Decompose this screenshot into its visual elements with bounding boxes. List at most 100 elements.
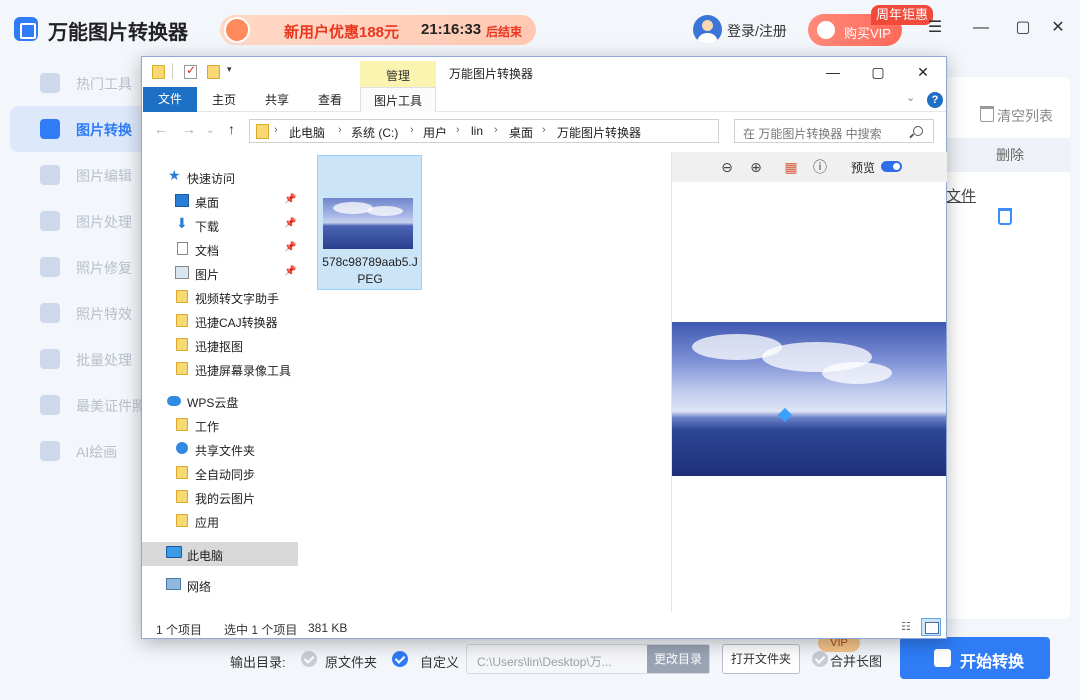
nav-label: 图片 (195, 268, 220, 282)
large-icons-view-icon[interactable] (921, 618, 941, 636)
minimize-icon[interactable]: — (971, 18, 991, 38)
nav-item-documents[interactable]: 文档 📌 (142, 238, 298, 260)
folder-icon[interactable] (152, 65, 165, 79)
trash-icon[interactable] (980, 106, 994, 122)
start-convert-button[interactable]: 开始转换 (900, 637, 1050, 679)
zoom-out-icon[interactable]: ⊖ (719, 159, 735, 175)
breadcrumb-users[interactable]: 用户 (423, 124, 447, 141)
start-convert-label: 开始转换 (960, 654, 1025, 671)
search-input[interactable]: 在 万能图片转换器 中搜索 (734, 119, 934, 143)
nav-item-folder[interactable]: 我的云图片 (142, 486, 298, 508)
delete-row-icon[interactable] (998, 208, 1012, 225)
nav-item-folder[interactable]: 工作 (142, 414, 298, 436)
document-icon (177, 242, 188, 255)
zoom-in-icon[interactable]: ⊕ (748, 159, 764, 175)
watermark-icon (777, 407, 793, 423)
nav-item-folder[interactable]: 全自动同步 (142, 462, 298, 484)
sidebar-item-label: 热门工具 (76, 76, 132, 92)
original-folder-label[interactable]: 原文件夹 (325, 652, 377, 671)
tab-view[interactable]: 查看 (318, 91, 342, 108)
manage-tab-label: 管理 (386, 69, 411, 83)
dialog-minimize-icon[interactable]: — (818, 62, 848, 82)
customize-toolbar-icon[interactable]: ▾ (227, 64, 240, 78)
nav-item-pictures[interactable]: 图片 📌 (142, 262, 298, 284)
sidebar-item-label: 最美证件照 (76, 398, 146, 414)
pin-icon[interactable]: 📌 (284, 218, 296, 229)
breadcrumb-this-pc[interactable]: 此电脑 (289, 124, 325, 141)
column-delete-header: 删除 (996, 147, 1024, 163)
search-icon[interactable] (913, 126, 923, 136)
file-link[interactable]: 文件 (946, 185, 976, 206)
original-folder-radio[interactable] (301, 651, 317, 667)
maximize-icon[interactable]: ▢ (1013, 18, 1033, 38)
dialog-close-icon[interactable]: ✕ (908, 62, 938, 82)
close-icon[interactable]: ✕ (1048, 18, 1068, 38)
tab-share[interactable]: 共享 (265, 91, 289, 108)
tab-picture-tools[interactable]: 图片工具 (360, 87, 436, 112)
nav-label: 共享文件夹 (195, 444, 256, 458)
back-arrow-icon[interactable]: ← (154, 121, 168, 137)
nav-wps-cloud[interactable]: WPS云盘 (142, 390, 298, 412)
up-arrow-icon[interactable]: ↑ (228, 121, 235, 137)
fire-icon (40, 73, 60, 93)
clear-list-button[interactable]: 清空列表 (997, 106, 1053, 126)
breadcrumb-separator: › (274, 124, 278, 136)
promo-countdown: 21:16:33 (421, 21, 482, 38)
nav-item-folder[interactable]: 应用 (142, 510, 298, 532)
change-dir-button[interactable]: 更改目录 (647, 645, 709, 673)
details-view-icon[interactable]: ☷ (901, 620, 917, 634)
nav-network[interactable]: 网络 (142, 574, 298, 596)
breadcrumb-lin[interactable]: lin (471, 124, 483, 138)
nav-quick-access[interactable]: ★ 快速访问 (142, 166, 298, 188)
status-item-count: 1 个项目 (156, 623, 203, 637)
recent-chevron-icon[interactable]: ⌄ (206, 125, 214, 136)
promo-banner[interactable]: 新用户优惠188元 21:16:33 后结束 (220, 15, 536, 45)
custom-folder-radio[interactable] (392, 651, 408, 667)
nav-item-folder[interactable]: 视频转文字助手 (142, 286, 298, 308)
new-folder-icon[interactable] (207, 65, 220, 79)
nav-label: 全自动同步 (195, 468, 256, 482)
avatar[interactable] (693, 15, 722, 44)
address-bar[interactable]: › 此电脑 › 系统 (C:) › 用户 › lin › 桌面 › 万能图片转换… (249, 119, 821, 143)
nav-item-downloads[interactable]: ⬇ 下载 📌 (142, 214, 298, 236)
grid-view-icon[interactable]: ▦ (783, 159, 799, 175)
breadcrumb-current-folder[interactable]: 万能图片转换器 (557, 124, 641, 141)
output-path-field[interactable]: C:\Users\lin\Desktop\万... 更改目录 (466, 644, 710, 674)
pin-icon[interactable]: 📌 (284, 242, 296, 253)
breadcrumb-drive-c[interactable]: 系统 (C:) (351, 124, 398, 141)
divider (172, 63, 173, 79)
breadcrumb-separator: › (542, 124, 546, 136)
tab-file[interactable]: 文件 (143, 87, 197, 112)
help-icon[interactable]: ? (927, 92, 943, 108)
menu-icon[interactable]: ☰ (925, 18, 945, 38)
preview-image (672, 322, 946, 476)
chevron-down-icon[interactable]: ⌄ (906, 91, 915, 104)
help-circle-icon[interactable]: ⓘ (812, 159, 828, 175)
breadcrumb-desktop[interactable]: 桌面 (509, 124, 533, 141)
pin-icon[interactable]: 📌 (284, 194, 296, 205)
nav-item-folder[interactable]: 迅捷抠图 (142, 334, 298, 356)
image-convert-icon (40, 119, 60, 139)
custom-folder-label[interactable]: 自定义 (420, 652, 459, 671)
nav-item-folder[interactable]: 迅捷屏幕录像工具 (142, 358, 298, 380)
login-link[interactable]: 登录/注册 (727, 21, 787, 41)
nav-item-folder[interactable]: 迅捷CAJ转换器 (142, 310, 298, 332)
network-icon (166, 578, 181, 590)
file-item[interactable]: 578c98789aab5.JPEG (317, 155, 422, 290)
manage-context-tab[interactable]: 管理 (360, 61, 436, 88)
tab-home[interactable]: 主页 (212, 91, 236, 108)
merge-long-label[interactable]: 合并长图 (830, 651, 882, 670)
merge-long-checkbox[interactable] (812, 651, 828, 667)
open-folder-button[interactable]: 打开文件夹 (722, 644, 800, 674)
properties-icon[interactable] (184, 63, 197, 79)
preview-toggle[interactable] (881, 161, 902, 172)
pin-icon[interactable]: 📌 (284, 266, 296, 277)
batch-icon (40, 349, 60, 369)
dialog-maximize-icon[interactable]: ▢ (863, 62, 893, 82)
nav-this-pc[interactable]: 此电脑 (142, 542, 298, 566)
photo-effect-icon (40, 303, 60, 323)
forward-arrow-icon[interactable]: → (182, 121, 196, 137)
nav-item-desktop[interactable]: 桌面 📌 (142, 190, 298, 212)
folder-icon (176, 418, 188, 431)
nav-item-shared-folder[interactable]: 共享文件夹 (142, 438, 298, 460)
